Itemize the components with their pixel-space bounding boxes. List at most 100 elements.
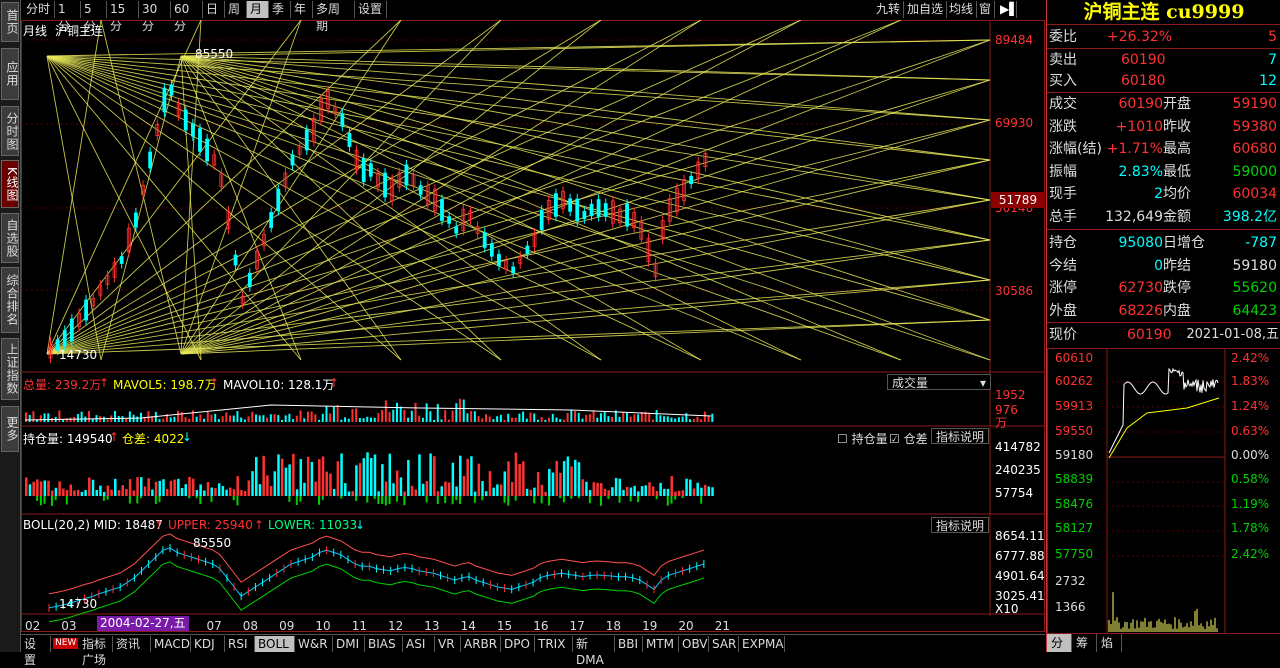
volume-selector[interactable]: 成交量▾ bbox=[887, 374, 991, 390]
oi-bar bbox=[248, 480, 251, 496]
collapse-icon[interactable]: ▶▌ bbox=[997, 1, 1017, 18]
tab-ranking[interactable]: 综合排名 bbox=[1, 267, 19, 333]
volume-bar bbox=[114, 411, 116, 422]
boll-high-marker: 85550 bbox=[193, 536, 231, 550]
volume-bar bbox=[515, 418, 517, 422]
volume-bar bbox=[693, 419, 695, 422]
candle-body bbox=[604, 204, 607, 217]
tab-intraday[interactable]: 分时图 bbox=[1, 106, 19, 156]
intraday-mini-chart[interactable] bbox=[1047, 348, 1280, 634]
indicator-tab-11[interactable]: VR bbox=[435, 636, 461, 652]
indicator-tab-1[interactable]: 指标广场 bbox=[79, 636, 113, 652]
tab-more[interactable]: 更多 bbox=[1, 406, 19, 452]
indicator-tab-15[interactable]: 新DMA bbox=[573, 636, 615, 652]
period-tab-7[interactable]: 周 bbox=[225, 1, 247, 18]
oi-bar bbox=[99, 486, 102, 496]
volume-bar bbox=[567, 413, 569, 422]
x-axis-label: 09 bbox=[279, 619, 294, 633]
indicator-tab-8[interactable]: DMI bbox=[333, 636, 365, 652]
quote-row: 振幅2.83%最低59000 bbox=[1047, 161, 1280, 183]
volume-bar bbox=[255, 415, 257, 422]
volume-bar bbox=[593, 410, 595, 422]
period-tab-4[interactable]: 30分 bbox=[139, 1, 171, 18]
tab-kline[interactable]: K线图 bbox=[1, 160, 19, 208]
period-tab-11[interactable]: 多周期 bbox=[313, 1, 355, 18]
oi-diff-bar bbox=[507, 496, 509, 506]
oi-bar bbox=[348, 492, 351, 496]
indicator-tab-16[interactable]: BBI bbox=[615, 636, 643, 652]
quote-value: 95080 bbox=[1118, 232, 1163, 254]
period-tab-3[interactable]: 15分 bbox=[107, 1, 139, 18]
buy-value: 60180 bbox=[1121, 70, 1166, 92]
volume-bar bbox=[607, 416, 609, 422]
indicator-tab-19[interactable]: SAR bbox=[709, 636, 739, 652]
indicator-tab-6[interactable]: BOLL bbox=[255, 636, 295, 652]
oi-bar bbox=[285, 468, 288, 496]
volume-bar bbox=[444, 410, 446, 422]
jiuzhuan-button[interactable]: 九转 bbox=[873, 1, 904, 18]
period-tab-12[interactable]: 设置 bbox=[355, 1, 387, 18]
indicator-tab-17[interactable]: MTM bbox=[643, 636, 679, 652]
indicator-tab-14[interactable]: TRIX bbox=[535, 636, 573, 652]
window-button[interactable]: 窗 bbox=[976, 1, 995, 18]
oi-checkbox-diff[interactable]: ☑ 仓差 bbox=[889, 430, 928, 447]
oi-explain-button[interactable]: 指标说明 bbox=[931, 428, 989, 444]
oi-bar bbox=[626, 487, 629, 496]
volume-bar bbox=[277, 415, 279, 422]
tab-watchlist[interactable]: 自选股 bbox=[1, 213, 19, 263]
oi-bar bbox=[407, 460, 410, 496]
volume-bar bbox=[637, 414, 639, 422]
indicator-tab-13[interactable]: DPO bbox=[501, 636, 535, 652]
period-tab-8[interactable]: 月 bbox=[247, 1, 269, 18]
period-tab-1[interactable]: 1分 bbox=[55, 1, 81, 18]
indicator-tab-18[interactable]: OBV bbox=[679, 636, 709, 652]
oi-bar bbox=[667, 489, 670, 496]
volume-bar bbox=[29, 415, 31, 422]
volume-bar bbox=[389, 412, 391, 422]
indicator-tab-2[interactable]: 资讯 bbox=[113, 636, 151, 652]
oi-bar bbox=[389, 454, 392, 496]
oi-checkbox-oi[interactable]: ☐ 持仓量 bbox=[837, 430, 888, 447]
volume-bar bbox=[581, 419, 583, 422]
oi-diff-bar bbox=[481, 496, 483, 500]
oi-bar bbox=[559, 473, 562, 496]
oi-bar bbox=[381, 464, 384, 496]
volume-bar bbox=[270, 414, 272, 422]
indicator-tab-5[interactable]: RSI bbox=[225, 636, 255, 652]
volume-bar bbox=[700, 419, 702, 422]
quote-value: +1010 bbox=[1116, 116, 1163, 138]
boll-explain-button[interactable]: 指标说明 bbox=[931, 517, 989, 533]
oi-diff-bar bbox=[199, 496, 201, 504]
quote-label: 持仓 bbox=[1049, 232, 1077, 254]
tab-home[interactable]: 首页 bbox=[1, 2, 19, 42]
tab-sh-index[interactable]: 上证指数 bbox=[1, 338, 19, 400]
volume-bar bbox=[403, 410, 405, 422]
oi-bar bbox=[504, 471, 507, 496]
period-tab-10[interactable]: 年 bbox=[291, 1, 313, 18]
oi-bar bbox=[81, 492, 84, 496]
period-tab-5[interactable]: 60分 bbox=[171, 1, 203, 18]
indicator-tab-20[interactable]: EXPMA bbox=[739, 636, 785, 652]
kline-chart[interactable]: 月线 沪铜主连 85550 14730 89484 69930 50146 51… bbox=[21, 20, 1045, 632]
period-tab-6[interactable]: 日 bbox=[203, 1, 225, 18]
indicator-tab-10[interactable]: ASI bbox=[403, 636, 435, 652]
indicator-tab-7[interactable]: W&R bbox=[295, 636, 333, 652]
indicator-tab-3[interactable]: MACD bbox=[151, 636, 191, 652]
indicator-tab-0[interactable]: 设置 bbox=[21, 636, 51, 652]
right-tab-1[interactable]: 筹 bbox=[1072, 634, 1097, 652]
period-tab-9[interactable]: 季 bbox=[269, 1, 291, 18]
indicator-tab-12[interactable]: ARBR bbox=[461, 636, 501, 652]
period-tab-2[interactable]: 5分 bbox=[81, 1, 107, 18]
period-tab-0[interactable]: 分时 bbox=[23, 1, 55, 18]
volume-bar bbox=[418, 416, 420, 422]
tab-apps[interactable]: 应用 bbox=[1, 48, 19, 100]
right-tab-2[interactable]: 焰 bbox=[1097, 634, 1122, 652]
indicator-tab-9[interactable]: BIAS bbox=[365, 636, 403, 652]
volume-bar bbox=[518, 414, 520, 422]
ma-button[interactable]: 均线 bbox=[946, 1, 977, 18]
right-tab-0[interactable]: 分 bbox=[1047, 634, 1072, 652]
oi-bar bbox=[711, 487, 714, 496]
add-watchlist-button[interactable]: 加自选 bbox=[904, 1, 947, 18]
oi-diff-bar bbox=[374, 496, 376, 499]
indicator-tab-4[interactable]: KDJ bbox=[191, 636, 225, 652]
